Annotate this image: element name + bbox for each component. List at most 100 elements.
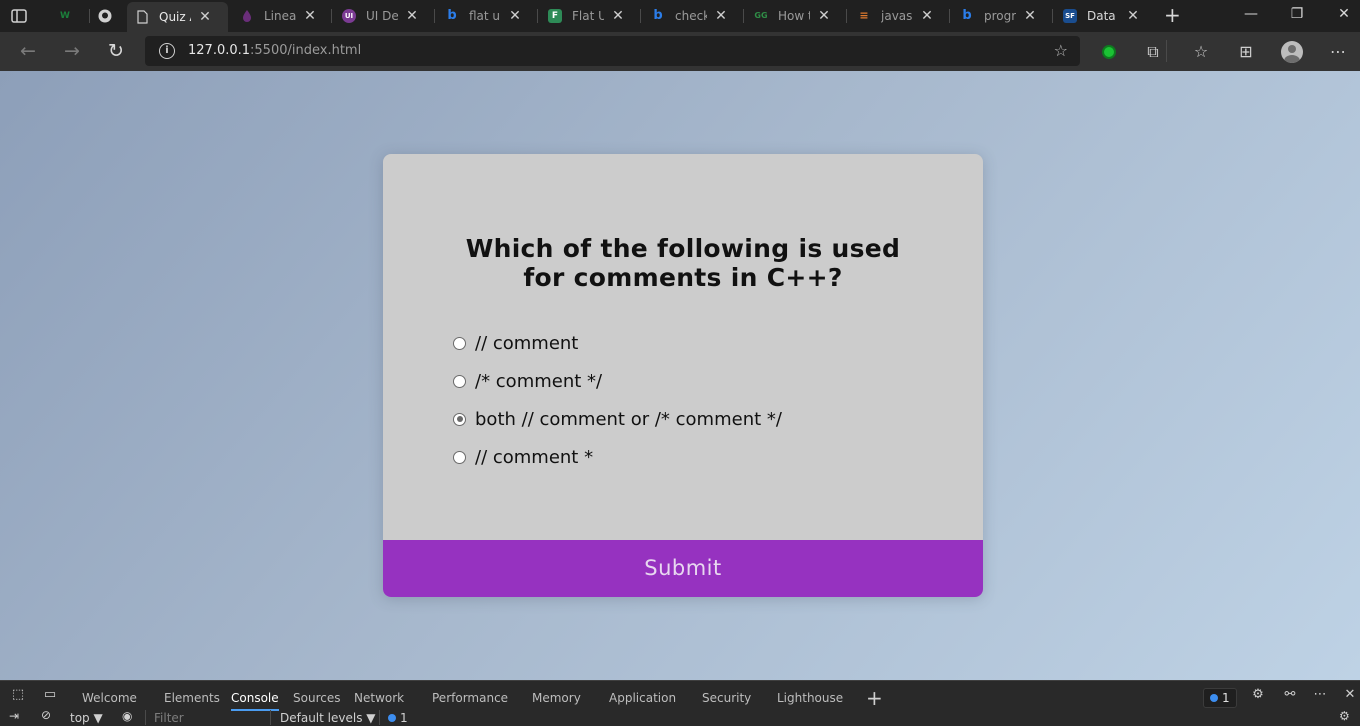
customize-icon[interactable]: ⚯ [1281,687,1299,703]
restore-button[interactable]: ❐ [1287,6,1307,22]
tab-title: progra [984,9,1016,23]
answer-option[interactable]: // comment * [453,438,923,476]
device-emulation-icon[interactable]: ▭ [41,687,59,703]
toolbar-divider [145,710,146,725]
bing-favicon-icon: b [962,8,972,23]
minimize-button[interactable]: — [1241,6,1261,22]
close-tab-icon[interactable]: ✕ [199,9,211,25]
answer-label[interactable]: both // comment or /* comment */ [475,409,782,430]
clear-console-icon[interactable]: ⊘ [41,708,51,722]
tab-title: flat ui c [469,9,501,23]
close-tab-icon[interactable]: ✕ [304,8,316,24]
answer-label[interactable]: /* comment */ [475,371,602,392]
answer-label[interactable]: // comment * [475,447,593,468]
devtools-tab-network[interactable]: Network [354,681,404,708]
tab-8[interactable]: GG How tc ✕ [746,4,844,28]
chevron-down-icon: ▼ [366,711,376,725]
site-info-icon[interactable]: i [159,43,175,59]
close-tab-icon[interactable]: ✕ [612,8,624,24]
close-tab-icon[interactable]: ✕ [509,8,521,24]
close-tab-icon[interactable]: ✕ [1127,8,1139,24]
submit-button[interactable]: Submit [383,540,983,597]
tab-title: How tc [778,9,810,23]
url-host: 127.0.0.1 [188,43,251,58]
favorites-icon[interactable]: ☆ [1190,41,1212,63]
add-favorite-icon[interactable]: ☆ [1054,41,1068,60]
answer-list: // comment /* comment */ both // comment… [453,324,923,476]
devtools-tab-memory[interactable]: Memory [532,681,581,708]
quiz-question: Which of the following is used for comme… [465,234,901,292]
close-tab-icon[interactable]: ✕ [1024,8,1036,24]
tab-actions-icon[interactable] [10,7,28,25]
tab-9[interactable]: ≡ javascr ✕ [849,4,947,28]
devtools-tab-lighthouse[interactable]: Lighthouse [777,681,843,708]
tab-3[interactable]: Linear ✕ [232,4,330,28]
inspect-element-icon[interactable]: ⬚ [9,687,27,703]
console-settings-icon[interactable]: ⚙ [1339,709,1350,723]
log-levels-dropdown[interactable]: Default levels ▼ [280,711,376,725]
page-viewport: Which of the following is used for comme… [0,71,1360,680]
new-tab-button[interactable]: + [1164,5,1181,25]
drop-favicon-icon [243,10,251,22]
back-button[interactable]: ← [16,40,40,62]
answer-option[interactable]: both // comment or /* comment */ [453,400,923,438]
tab-5[interactable]: b flat ui c ✕ [437,4,535,28]
w-favicon-icon: W [60,11,70,21]
answer-label[interactable]: // comment [475,333,578,354]
console-filter-input[interactable]: Filter [154,711,184,725]
toolbar-divider [270,710,271,725]
url-text[interactable]: 127.0.0.1:5500/index.html [188,43,361,58]
devtools-tab-console[interactable]: Console [231,681,279,711]
tab-11[interactable]: SF Data Ty ✕ [1055,4,1153,28]
close-window-button[interactable]: ✕ [1334,6,1354,22]
close-tab-icon[interactable]: ✕ [818,8,830,24]
issues-counter[interactable]: 1 [1203,688,1237,708]
devtools-tab-sources[interactable]: Sources [293,681,340,708]
tab-7[interactable]: b check ✕ [643,4,741,28]
tab-title: Linear [264,9,296,23]
refresh-button[interactable]: ↻ [104,40,128,62]
forward-button[interactable]: → [60,40,84,62]
github-icon [98,9,112,23]
answer-option[interactable]: /* comment */ [453,362,923,400]
address-bar[interactable]: i 127.0.0.1:5500/index.html ☆ [145,36,1080,66]
tab-4[interactable]: UI UI Des ✕ [334,4,432,28]
close-tab-icon[interactable]: ✕ [715,8,727,24]
extension-status-icon[interactable] [1098,41,1120,63]
close-devtools-icon[interactable]: ✕ [1341,687,1359,703]
devtools-tab-application[interactable]: Application [609,681,676,708]
tab-2[interactable]: Quiz A ✕ [127,2,228,32]
radio-button[interactable] [453,450,466,464]
tab-10[interactable]: b progra ✕ [952,4,1050,28]
more-menu-icon[interactable]: ⋯ [1327,41,1349,63]
tab-1[interactable] [90,4,126,28]
bing-favicon-icon: b [653,8,663,23]
devtools-tab-security[interactable]: Security [702,681,751,708]
settings-gear-icon[interactable]: ⚙ [1249,687,1267,703]
close-tab-icon[interactable]: ✕ [921,8,933,24]
sidebar-toggle-icon[interactable]: ⇥ [9,709,19,723]
tab-6[interactable]: F Flat UI ✕ [540,4,638,28]
context-selector[interactable]: top ▼ [70,711,103,725]
devtools-tab-performance[interactable]: Performance [432,681,508,708]
tab-0[interactable]: W [50,4,88,28]
profile-avatar[interactable] [1281,41,1303,63]
extensions-icon[interactable]: ⧉ [1142,41,1164,63]
tab-title: Quiz A [159,10,191,24]
tab-divider [434,9,435,23]
radio-button[interactable] [453,374,466,388]
devtools-tab-welcome[interactable]: Welcome [82,681,137,708]
devtools-more-icon[interactable]: ⋯ [1311,687,1329,703]
tab-divider [846,9,847,23]
devtools-tab-elements[interactable]: Elements [164,681,220,708]
live-expression-icon[interactable]: ◉ [122,709,132,723]
collections-icon[interactable]: ⊞ [1235,41,1257,63]
console-issues-counter[interactable]: 1 [388,711,408,725]
tab-divider [949,9,950,23]
devtools-panel: ⬚ ▭ Welcome Elements Console Sources Net… [0,680,1360,726]
page-icon [137,10,148,24]
answer-option[interactable]: // comment [453,324,923,362]
radio-button[interactable] [453,336,466,350]
close-tab-icon[interactable]: ✕ [406,8,418,24]
radio-button-selected[interactable] [453,412,466,426]
